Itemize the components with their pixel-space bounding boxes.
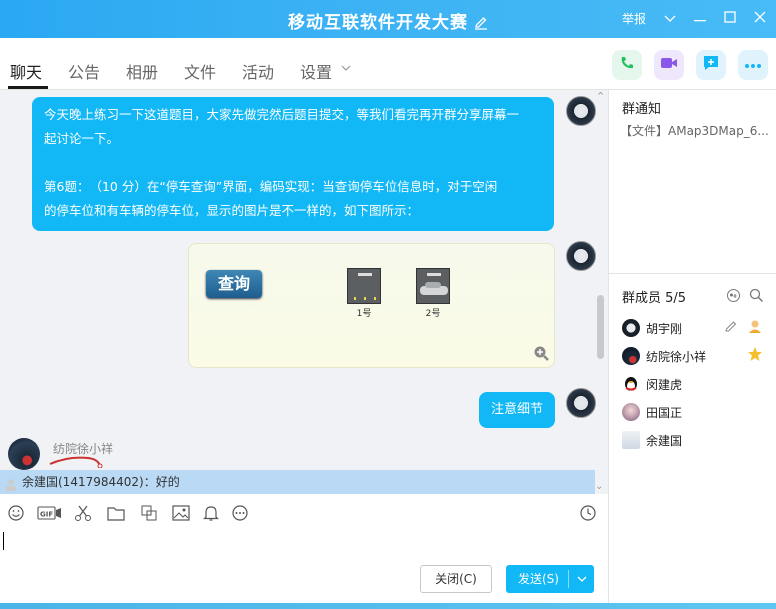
message-text: 起讨论一下。 [44,131,120,146]
member-item[interactable]: 纺院徐小祥 [622,345,772,367]
group-message-button[interactable] [696,50,726,80]
close-button[interactable]: 关闭(C) [420,565,492,593]
avatar [622,403,640,421]
video-camera-icon [660,56,678,74]
image-message[interactable]: 查询 1号 2号 [188,243,555,368]
minimize-icon[interactable] [694,12,706,26]
window-bottom-edge [0,603,776,609]
admin-star-icon [747,346,763,366]
screenshot-icon[interactable] [140,504,158,522]
folder-icon[interactable] [107,504,125,522]
message-text: 的停车位和有车辆的停车位，显示的图片是不一样的，如下图所示： [44,203,420,218]
member-item[interactable]: 胡宇刚 [622,317,772,339]
parking-slot-empty [347,268,381,304]
qq-penguin-avatar [622,375,640,393]
chevron-down-icon[interactable] [664,12,676,26]
scrollbar[interactable] [597,295,604,359]
member-item[interactable]: 余建国 [622,429,772,451]
avatar[interactable] [566,96,596,126]
avatar[interactable] [8,438,40,470]
message-bubble[interactable]: 今天晚上练习一下这道题目，大家先做完然后题目提交，等我们看完再开群分享屏幕一 起… [32,97,554,231]
send-button[interactable]: 发送(S) [506,565,594,593]
report-link[interactable]: 举报 [622,10,646,27]
tab-announcement[interactable]: 公告 [68,59,100,83]
voice-call-button[interactable] [612,50,642,80]
image-icon[interactable] [172,504,190,522]
parking-slot-occupied [416,268,450,304]
slot-label: 2号 [425,309,441,319]
active-tab-indicator [8,86,48,89]
notice-text: 余建国(1417984402)：好的 [22,475,180,489]
titlebar: 移动互联软件开发大赛 举报 [0,0,776,38]
member-item[interactable]: 田国正 [622,401,772,423]
history-clock-icon[interactable] [579,504,597,522]
chevron-down-icon[interactable] [572,565,592,593]
message-text: 今天晚上练习一下这道题目，大家先做完然后题目提交，等我们看完再开群分享屏幕一 [44,107,520,122]
user-icon [4,475,18,494]
group-notice-title[interactable]: 群通知 [622,98,661,117]
query-button-image: 查询 [206,270,262,298]
invite-icon[interactable] [726,288,741,307]
text-caret [3,532,4,550]
member-item[interactable]: 闵建虎 [622,373,772,395]
composer-toolbar: GIF [0,494,608,532]
slot-label: 1号 [356,309,372,319]
owner-icon [747,318,763,338]
tab-bar: 聊天 公告 相册 文件 活动 设置 [0,38,776,90]
video-call-button[interactable] [654,50,684,80]
edit-icon[interactable] [724,320,738,338]
member-name: 胡宇刚 [646,322,683,336]
more-icon[interactable] [231,504,249,522]
scroll-down-icon[interactable]: ⌄ [595,481,603,492]
avatar [622,319,640,337]
scroll-up-icon[interactable]: ⌃ [596,90,605,103]
message-text: 第6题： （10 分）在“停车查询”界面，编码实现：当查询停车位信息时，对于空闲 [44,179,498,194]
scissors-icon[interactable] [74,504,92,522]
avatar[interactable] [566,388,596,418]
search-icon[interactable] [749,288,764,307]
message-input[interactable] [0,528,608,560]
avatar[interactable] [566,241,596,271]
avatar [622,347,640,365]
zoom-in-icon[interactable] [533,345,549,365]
gif-icon[interactable]: GIF [37,504,63,522]
tab-chat[interactable]: 聊天 [10,59,42,83]
chat-area[interactable]: ⌃ 今天晚上练习一下这道题目，大家先做完然后题目提交，等我们看完再开群分享屏幕一… [0,90,608,494]
avatar [622,431,640,449]
tab-album[interactable]: 相册 [126,59,158,83]
member-name: 余建国 [646,434,683,448]
chat-plus-icon [702,54,720,76]
group-notice-text[interactable]: 【文件】AMap3DMap_6... [620,122,772,139]
member-name: 闵建虎 [646,378,683,392]
phone-icon [619,55,635,75]
edit-name-icon[interactable] [474,15,488,35]
more-button[interactable] [738,50,768,80]
send-label: 发送(S) [518,572,559,586]
divider [609,273,776,274]
emoji-icon[interactable] [7,504,25,522]
member-name: 田国正 [646,406,683,420]
tab-settings[interactable]: 设置 [300,59,332,83]
maximize-icon[interactable] [724,11,736,26]
message-bubble[interactable]: 注意细节 [479,392,555,428]
chevron-down-icon[interactable] [341,61,351,76]
svg-text:GIF: GIF [40,511,53,519]
bell-icon[interactable] [202,504,220,522]
group-sidebar: 群通知 【文件】AMap3DMap_6... 群成员 5/5 胡宇刚 纺院徐小祥… [608,90,776,609]
more-dots-icon [744,58,762,73]
tab-activity[interactable]: 活动 [242,59,274,83]
new-message-notice[interactable]: 余建国(1417984402)：好的 [0,470,595,494]
close-icon[interactable] [754,11,766,26]
group-name: 移动互联软件开发大赛 [288,13,468,33]
tab-files[interactable]: 文件 [184,59,216,83]
members-title[interactable]: 群成员 5/5 [622,287,686,306]
member-name: 纺院徐小祥 [646,350,707,364]
